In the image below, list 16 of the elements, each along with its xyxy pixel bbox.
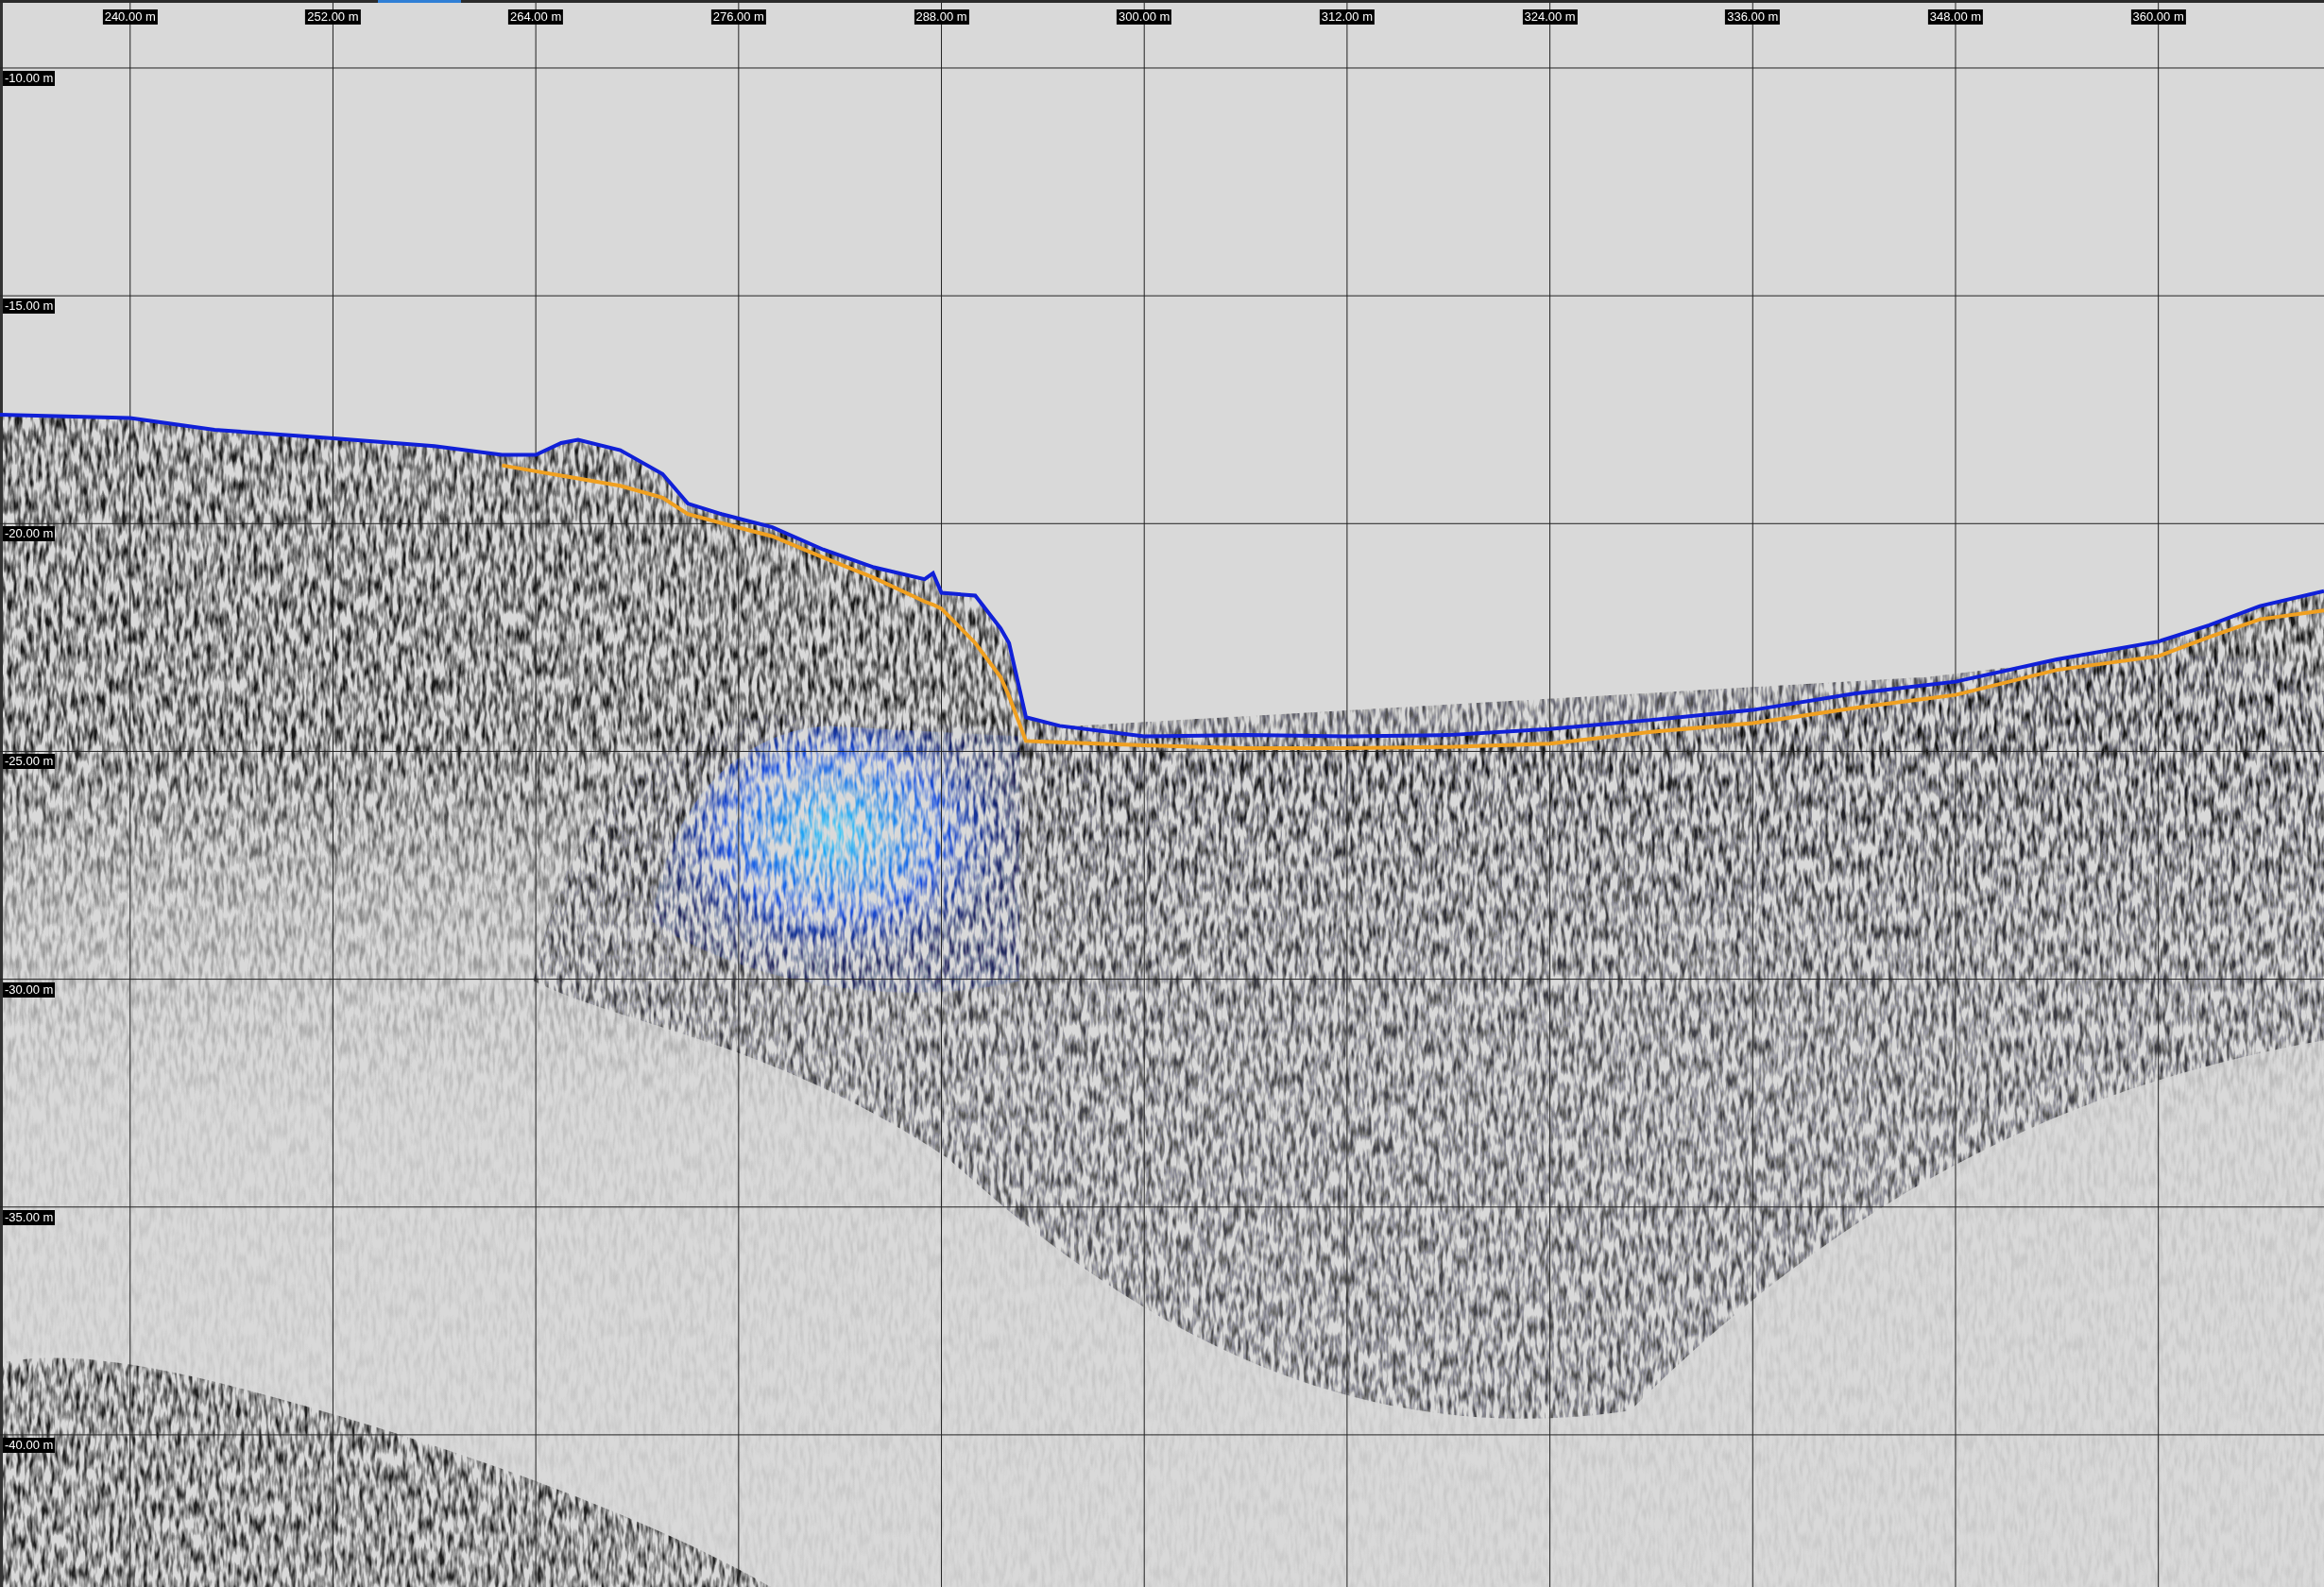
distance-tick-label: 240.00 m (102, 9, 158, 25)
distance-tick-label: 252.00 m (305, 9, 361, 25)
distance-tick-label: 300.00 m (1117, 9, 1172, 25)
distance-tick-label: 264.00 m (508, 9, 564, 25)
distance-tick-label: 336.00 m (1725, 9, 1781, 25)
distance-tick-label: 348.00 m (1927, 9, 1984, 25)
distance-tick-label: 312.00 m (1319, 9, 1375, 25)
depth-tick-label: -25.00 m (3, 754, 56, 770)
distance-tick-label: 360.00 m (2130, 9, 2186, 25)
distance-tick-label: 324.00 m (1522, 9, 1578, 25)
depth-tick-label: -15.00 m (3, 299, 56, 315)
tab-indicator[interactable] (378, 0, 461, 3)
depth-tick-label: -20.00 m (3, 526, 56, 542)
distance-tick-label: 276.00 m (710, 9, 766, 25)
distance-tick-label: 288.00 m (914, 9, 969, 25)
depth-tick-label: -10.00 m (3, 70, 56, 86)
